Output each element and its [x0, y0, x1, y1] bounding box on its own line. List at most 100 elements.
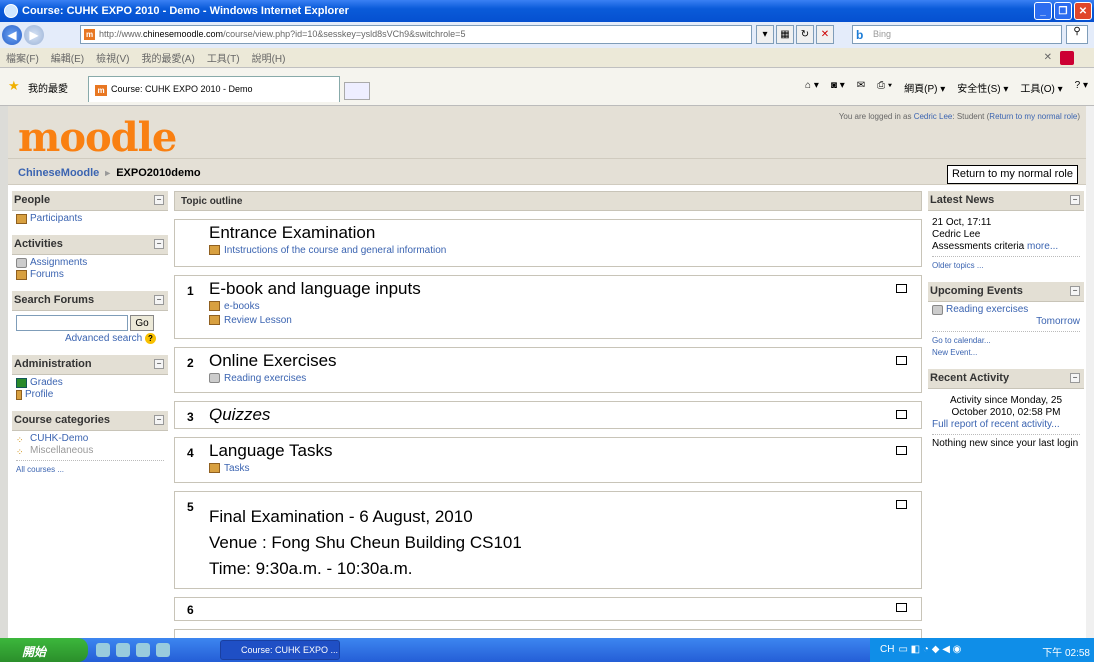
collapse-icon[interactable]: − — [1070, 195, 1080, 205]
section-title: Online Exercises — [209, 351, 337, 370]
section-6: 6 — [174, 597, 922, 621]
tray-icons[interactable]: ▭ ◧ ◔ ◆ ◀ ◉ — [898, 644, 961, 662]
collapse-icon[interactable]: − — [154, 195, 164, 205]
compat-view-button[interactable]: ▦ — [776, 25, 794, 44]
quicklaunch-icon[interactable] — [96, 643, 110, 657]
ime-indicator[interactable]: CH — [880, 644, 894, 662]
reading-exercises-link[interactable]: Reading exercises — [224, 373, 306, 384]
help-icon[interactable]: ? ▾ — [1075, 80, 1088, 95]
review-lesson-link[interactable]: Review Lesson — [224, 315, 292, 326]
grades-link[interactable]: Grades — [30, 377, 63, 389]
highlight-checkbox[interactable] — [896, 500, 907, 509]
close-toolbar-icon[interactable]: ✕ — [1044, 52, 1052, 63]
participants-link[interactable]: Participants — [30, 213, 82, 225]
print-icon[interactable]: ⎙ ▾ — [877, 80, 892, 95]
event-date[interactable]: Tomorrow — [932, 316, 1080, 328]
menu-edit[interactable]: 編輯(E) — [51, 50, 84, 65]
stop-button[interactable]: ✕ — [816, 25, 834, 44]
section-0: Entrance Examination Intstructions of th… — [174, 219, 922, 267]
go-to-calendar-link[interactable]: Go to calendar... — [932, 335, 1080, 347]
refresh-button[interactable]: ↻ — [796, 25, 814, 44]
advanced-search-link[interactable]: Advanced search — [65, 333, 142, 344]
quicklaunch-icon[interactable] — [156, 643, 170, 657]
recent-activity-block: Recent Activity − Activity since Monday, … — [928, 369, 1084, 452]
return-role-link[interactable]: Return to my normal role — [989, 112, 1077, 121]
title-bar: Course: CUHK EXPO 2010 - Demo - Windows … — [0, 0, 1094, 22]
return-normal-role-button[interactable]: Return to my normal role — [946, 165, 1078, 184]
assignment-icon — [209, 373, 220, 383]
collapse-icon[interactable]: − — [154, 359, 164, 370]
url-dropdown-button[interactable]: ▾ — [756, 25, 774, 44]
all-courses-link[interactable]: All courses ... — [16, 465, 64, 474]
highlight-checkbox[interactable] — [896, 446, 907, 455]
close-button[interactable]: ✕ — [1074, 2, 1092, 20]
highlight-checkbox[interactable] — [896, 410, 907, 419]
user-link[interactable]: Cedric Lee — [914, 112, 953, 121]
favorites-label[interactable]: 我的最愛 — [28, 80, 68, 95]
start-button[interactable]: 開始 — [0, 638, 88, 662]
upcoming-events-block: Upcoming Events − Reading exercises Tomor… — [928, 282, 1084, 361]
login-info: You are logged in as Cedric Lee: Student… — [838, 112, 1080, 121]
instructions-link[interactable]: Intstructions of the course and general … — [224, 245, 446, 256]
assignments-link[interactable]: Assignments — [30, 257, 87, 269]
new-event-link[interactable]: New Event... — [932, 347, 1080, 359]
event-reading-exercises-link[interactable]: Reading exercises — [946, 304, 1028, 316]
quicklaunch-icon[interactable] — [136, 643, 150, 657]
quicklaunch-icon[interactable] — [116, 643, 130, 657]
menu-help[interactable]: 說明(H) — [252, 50, 286, 65]
section-title: Quizzes — [209, 405, 271, 424]
search-forums-block: Search Forums − Go Advanced search ? — [12, 291, 168, 347]
older-topics-link[interactable]: Older topics ... — [932, 261, 984, 270]
ebooks-link[interactable]: e-books — [224, 301, 260, 312]
favorites-star-icon[interactable]: ★ — [8, 78, 20, 94]
tasks-link[interactable]: Tasks — [224, 463, 250, 474]
forum-search-go-button[interactable]: Go — [130, 315, 154, 331]
new-tab-button[interactable] — [344, 82, 370, 100]
moodle-logo[interactable]: moodle — [18, 114, 177, 161]
menu-favorites[interactable]: 我的最愛(A) — [141, 50, 194, 65]
page-menu[interactable]: 網頁(P) ▾ — [904, 80, 945, 95]
collapse-icon[interactable]: − — [154, 239, 164, 249]
news-more-link[interactable]: more... — [1027, 241, 1058, 252]
safety-menu[interactable]: 安全性(S) ▾ — [957, 80, 1008, 95]
addon-icon[interactable] — [1060, 50, 1074, 65]
search-button[interactable]: ⚲ — [1066, 25, 1088, 44]
menu-file[interactable]: 檔案(F) — [6, 50, 39, 65]
vertical-scrollbar[interactable] — [1086, 106, 1094, 638]
highlight-checkbox[interactable] — [896, 356, 907, 365]
browser-tab[interactable]: m Course: CUHK EXPO 2010 - Demo — [88, 76, 340, 102]
forward-button[interactable]: ▶ — [24, 25, 44, 45]
menu-tools[interactable]: 工具(T) — [207, 50, 240, 65]
category-icon: ⁘ — [16, 447, 24, 458]
feeds-icon[interactable]: ◙ ▾ — [831, 80, 845, 95]
profile-link[interactable]: Profile — [25, 389, 53, 401]
back-button[interactable]: ◀ — [2, 25, 22, 45]
collapse-icon[interactable]: − — [1070, 373, 1080, 383]
highlight-checkbox[interactable] — [896, 603, 907, 612]
collapse-icon[interactable]: − — [154, 415, 164, 426]
highlight-checkbox[interactable] — [896, 284, 907, 293]
taskbar-ie-window[interactable]: Course: CUHK EXPO ... — [220, 640, 340, 660]
menu-view[interactable]: 檢視(V) — [96, 50, 129, 65]
category-cuhk-demo-link[interactable]: CUHK-Demo — [30, 433, 88, 445]
tools-menu[interactable]: 工具(O) ▾ — [1020, 80, 1062, 95]
url-input[interactable]: m http://www.chinesemoodle.com/course/vi… — [80, 25, 752, 44]
section-title: Entrance Examination — [209, 223, 376, 242]
breadcrumb-course: EXPO2010demo — [116, 167, 201, 179]
minimize-button[interactable]: _ — [1034, 2, 1052, 20]
home-icon[interactable]: ⌂ ▾ — [805, 80, 819, 95]
maximize-button[interactable]: ❐ — [1054, 2, 1072, 20]
forums-link[interactable]: Forums — [30, 269, 64, 281]
window-title: Course: CUHK EXPO 2010 - Demo - Windows … — [22, 5, 349, 17]
search-input[interactable]: b Bing — [852, 25, 1062, 44]
category-misc-link[interactable]: Miscellaneous — [30, 445, 93, 457]
collapse-icon[interactable]: − — [154, 295, 164, 305]
collapse-icon[interactable]: − — [1070, 286, 1080, 296]
mail-icon[interactable]: ✉ — [857, 80, 865, 95]
forum-search-input[interactable] — [16, 315, 128, 331]
section-title: E-book and language inputs — [209, 279, 421, 298]
full-report-link[interactable]: Full report of recent activity... — [932, 419, 1080, 431]
breadcrumb-home[interactable]: ChineseMoodle — [18, 167, 99, 179]
help-icon[interactable]: ? — [145, 333, 156, 344]
activities-block: Activities − Assignments Forums — [12, 235, 168, 283]
